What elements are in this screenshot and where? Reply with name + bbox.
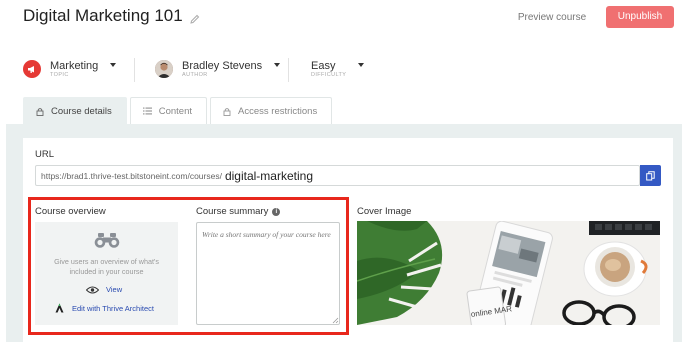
url-slug-input[interactable]: digital-marketing: [225, 169, 313, 183]
course-editor-page: Digital Marketing 101 Preview course Unp…: [0, 0, 682, 342]
tab-course-details[interactable]: Course details: [23, 97, 127, 124]
divider: [134, 58, 135, 82]
megaphone-icon: [23, 60, 41, 78]
tab-label: Content: [158, 105, 193, 117]
tab-label: Access restrictions: [238, 105, 318, 117]
page-title: Digital Marketing 101: [23, 6, 183, 25]
copy-url-button[interactable]: [640, 165, 661, 186]
lock-icon: [223, 107, 231, 116]
chevron-down-icon: [358, 63, 365, 67]
tab-bar: Course details Content Access restrictio…: [23, 97, 335, 124]
tab-content[interactable]: Content: [129, 97, 208, 124]
lock-icon: [36, 107, 44, 116]
unpublish-button[interactable]: Unpublish: [606, 6, 674, 28]
url-field[interactable]: https://brad1.thrive-test.bitstoneint.co…: [35, 165, 640, 186]
difficulty-caption: DIFFICULTY: [311, 71, 347, 78]
cover-image[interactable]: online MAR: [357, 221, 660, 325]
preview-course-button[interactable]: Preview course: [512, 8, 592, 28]
author-selector[interactable]: Bradley Stevens AUTHOR: [155, 56, 281, 82]
divider: [288, 58, 289, 82]
tab-access-restrictions[interactable]: Access restrictions: [210, 97, 333, 124]
difficulty-name: Easy: [311, 59, 336, 72]
author-caption: AUTHOR: [182, 71, 208, 78]
url-label: URL: [35, 149, 55, 160]
author-name: Bradley Stevens: [182, 59, 263, 72]
difficulty-selector[interactable]: Easy DIFFICULTY: [311, 56, 365, 82]
course-title-row: Digital Marketing 101: [23, 6, 200, 26]
chevron-down-icon: [274, 63, 281, 67]
list-icon: [142, 107, 152, 115]
copy-icon: [646, 170, 655, 181]
topic-selector[interactable]: Marketing TOPIC: [23, 56, 117, 82]
topic-caption: TOPIC: [50, 71, 69, 78]
avatar: [155, 60, 173, 78]
highlight-frame: [28, 197, 349, 335]
cover-photo: online MAR: [357, 221, 660, 325]
url-prefix: https://brad1.thrive-test.bitstoneint.co…: [41, 170, 222, 181]
tab-label: Course details: [51, 105, 112, 117]
topic-name: Marketing: [50, 59, 99, 72]
edit-pencil-icon[interactable]: [190, 11, 200, 24]
cover-image-label: Cover Image: [357, 206, 412, 217]
chevron-down-icon: [110, 63, 117, 67]
